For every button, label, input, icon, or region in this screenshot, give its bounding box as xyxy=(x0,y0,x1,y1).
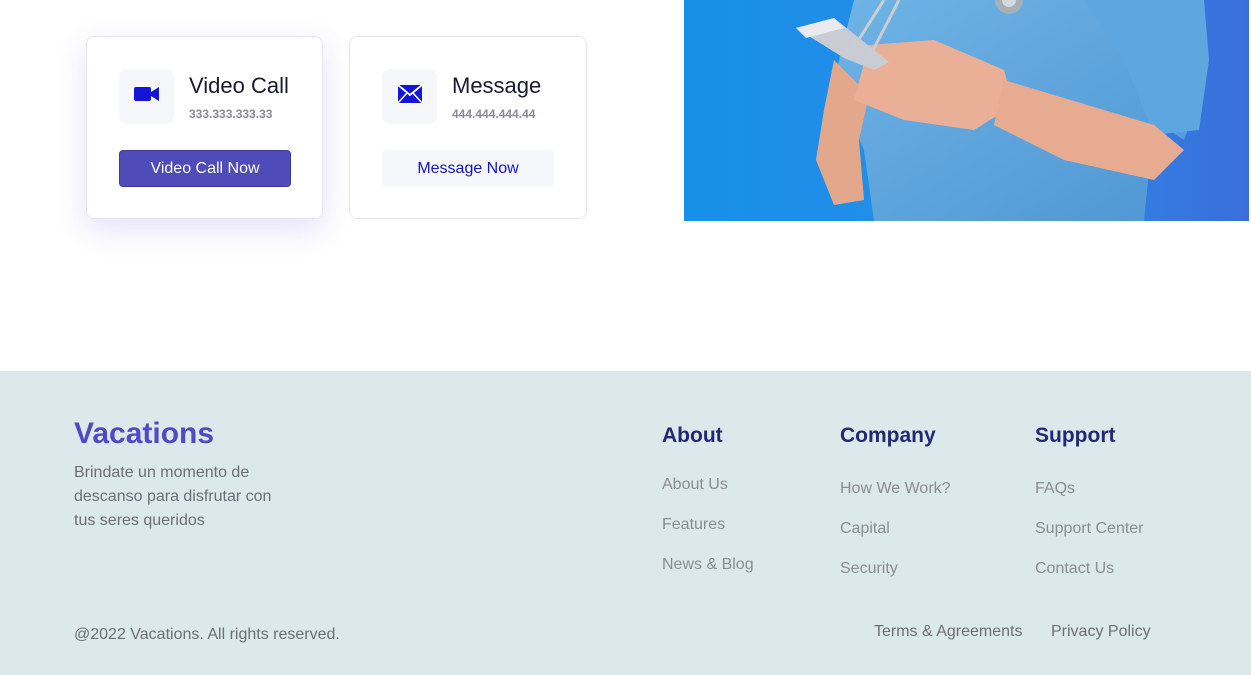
footer-link-capital[interactable]: Capital xyxy=(840,520,890,538)
message-number: 444.444.444.44 xyxy=(452,107,536,121)
video-call-card: Video Call 333.333.333.33 Video Call Now xyxy=(86,36,323,219)
footer-link-terms[interactable]: Terms & Agreements xyxy=(874,623,1023,641)
video-icon-box xyxy=(119,69,174,124)
footer-link-news-blog[interactable]: News & Blog xyxy=(662,556,754,574)
footer-link-how-we-work[interactable]: How We Work? xyxy=(840,480,951,498)
footer-link-about-us[interactable]: About Us xyxy=(662,476,728,494)
footer-tagline: Brindate un momento de descanso para dis… xyxy=(74,464,272,529)
contact-section: Video Call 333.333.333.33 Video Call Now… xyxy=(0,0,1251,371)
footer-column-title-company: Company xyxy=(840,424,936,447)
video-call-number: 333.333.333.33 xyxy=(189,107,273,121)
video-call-title: Video Call xyxy=(189,73,289,98)
message-now-button[interactable]: Message Now xyxy=(382,150,554,187)
footer-link-faqs[interactable]: FAQs xyxy=(1035,480,1075,498)
page: Video Call 333.333.333.33 Video Call Now… xyxy=(0,0,1251,675)
footer-link-support-center[interactable]: Support Center xyxy=(1035,520,1144,538)
message-card: Message 444.444.444.44 Message Now xyxy=(349,36,587,219)
video-call-now-button[interactable]: Video Call Now xyxy=(119,150,291,187)
doctor-with-phone-image xyxy=(684,0,1249,221)
footer-column-title-support: Support xyxy=(1035,424,1116,447)
copyright-text: @2022 Vacations. All rights reserved. xyxy=(74,626,340,643)
message-icon-box xyxy=(382,69,437,124)
message-title: Message xyxy=(452,73,542,98)
footer: Vacations Brindate un momento de descans… xyxy=(0,371,1251,675)
envelope-icon xyxy=(396,84,423,109)
footer-link-privacy-policy[interactable]: Privacy Policy xyxy=(1051,623,1151,641)
footer-column-title-about: About xyxy=(662,424,723,447)
video-camera-icon xyxy=(133,84,161,109)
footer-link-security[interactable]: Security xyxy=(840,560,898,578)
footer-brand[interactable]: Vacations xyxy=(74,417,214,451)
footer-link-features[interactable]: Features xyxy=(662,516,725,534)
footer-link-contact-us[interactable]: Contact Us xyxy=(1035,560,1114,578)
